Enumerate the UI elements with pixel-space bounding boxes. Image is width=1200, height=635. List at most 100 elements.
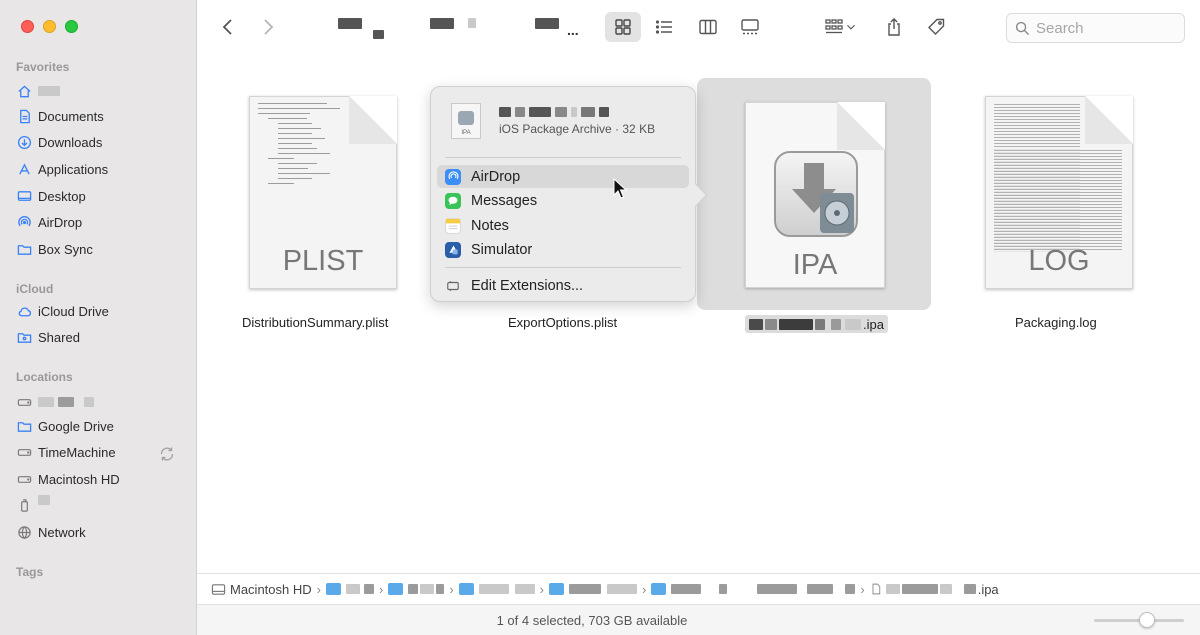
share-button[interactable]	[881, 12, 907, 42]
status-text: 1 of 4 selected, 703 GB available	[496, 613, 688, 628]
zoom-window-button[interactable]	[65, 20, 78, 33]
sidebar-item-label: AirDrop	[38, 214, 83, 230]
sidebar-item-label: Macintosh HD	[38, 471, 120, 487]
path-item-macintosh-hd[interactable]: Macintosh HD	[211, 582, 312, 597]
icloud-heading: iCloud	[16, 282, 54, 296]
path-separator-icon: ›	[449, 581, 454, 597]
folder-icon	[16, 241, 32, 257]
favorites-heading: Favorites	[16, 60, 70, 74]
gallery-view-button[interactable]	[735, 12, 765, 42]
forward-button[interactable]	[257, 12, 279, 42]
usb-icon	[16, 497, 32, 513]
tag-button[interactable]	[923, 12, 949, 42]
window-title-redacted: ...	[337, 16, 587, 40]
selected-file-name[interactable]: .ipa	[745, 315, 888, 333]
icon-view-button[interactable]	[605, 12, 641, 42]
sidebar-item-airdrop[interactable]: AirDrop	[16, 211, 82, 233]
sidebar-item-label: iCloud Drive	[38, 303, 109, 319]
search-input[interactable]	[1036, 19, 1176, 37]
path-separator-icon: ›	[642, 581, 647, 597]
sync-icon[interactable]	[158, 445, 176, 463]
disk-icon	[211, 583, 226, 595]
airdrop-icon	[16, 214, 32, 230]
document-icon	[872, 583, 880, 595]
chevron-left-icon	[222, 19, 232, 35]
window-controls	[21, 20, 78, 33]
sidebar-item-google-drive[interactable]: Google Drive	[16, 415, 114, 437]
sidebar-item-label: Desktop	[38, 188, 86, 204]
mouse-pointer-icon	[613, 178, 627, 199]
file-icon-log[interactable]: LOG	[985, 96, 1133, 289]
cloud-icon	[16, 303, 32, 319]
sidebar-item-downloads[interactable]: Downloads	[16, 131, 102, 153]
file-name: Packaging.log	[1015, 315, 1097, 330]
sidebar: Favorites Documents Downloads Applicatio…	[0, 0, 197, 635]
sidebar-item-label: Applications	[38, 161, 109, 177]
globe-icon	[16, 524, 32, 540]
sidebar-item-timemachine[interactable]: TimeMachine	[16, 441, 116, 463]
share-messages[interactable]: Messages	[437, 189, 689, 212]
disk-icon	[16, 394, 32, 410]
tag-icon	[928, 18, 945, 35]
share-file-kind: iOS Package Archive · 32 KB	[499, 121, 656, 136]
group-grid-icon	[825, 19, 843, 34]
share-notes[interactable]: Notes	[437, 214, 689, 237]
file-name: ExportOptions.plist	[508, 315, 618, 330]
path-item[interactable]	[325, 583, 374, 595]
icon-size-slider-knob[interactable]	[1139, 612, 1155, 628]
path-separator-icon: ›	[378, 581, 384, 597]
sidebar-item-usb[interactable]	[16, 494, 50, 516]
locations-heading: Locations	[16, 370, 73, 384]
download-icon	[16, 134, 32, 150]
path-item-ipa[interactable]: .ipa	[870, 582, 999, 597]
path-item[interactable]	[651, 583, 856, 595]
search-icon	[1015, 21, 1030, 35]
folder-icon	[16, 418, 32, 434]
path-separator-icon: ›	[539, 581, 545, 597]
close-window-button[interactable]	[21, 20, 34, 33]
sidebar-item-home[interactable]	[16, 80, 60, 102]
column-view-button[interactable]	[693, 12, 723, 42]
sidebar-item-applications[interactable]: Applications	[16, 158, 108, 180]
chevron-down-icon	[847, 24, 855, 30]
grid-icon	[615, 19, 631, 35]
path-item[interactable]	[549, 583, 638, 595]
sidebar-item-macintosh-hd[interactable]: Macintosh HD	[16, 468, 120, 490]
notes-icon	[445, 217, 461, 234]
status-bar: 1 of 4 selected, 703 GB available	[197, 604, 1200, 635]
sidebar-item-shared[interactable]: Shared	[16, 326, 80, 348]
sidebar-item-network[interactable]: Network	[16, 521, 86, 543]
tags-heading: Tags	[16, 565, 44, 579]
path-item[interactable]	[388, 583, 445, 595]
list-icon	[655, 20, 672, 34]
search-field[interactable]	[1006, 13, 1185, 43]
share-airdrop[interactable]: AirDrop	[437, 165, 689, 188]
edit-extensions-button[interactable]: Edit Extensions...	[437, 274, 689, 297]
simulator-icon	[445, 241, 461, 258]
document-icon	[16, 108, 32, 124]
share-simulator[interactable]: Simulator	[437, 238, 689, 261]
sidebar-item-label: TimeMachine	[38, 444, 116, 460]
chevron-right-icon	[264, 19, 274, 35]
back-button[interactable]	[217, 12, 239, 42]
group-by-button[interactable]	[817, 12, 863, 42]
file-icon-plist[interactable]: PLIST	[249, 96, 397, 289]
sidebar-item-label: Network	[38, 524, 86, 540]
file-name-extension: .ipa	[863, 316, 884, 332]
sidebar-item-icloud-drive[interactable]: iCloud Drive	[16, 300, 109, 322]
home-icon	[16, 83, 32, 99]
path-bar: Macintosh HD › › › › › › .ipa	[197, 573, 1200, 604]
share-menu: IPA iOS Package Archive · 32 KB AirDrop …	[430, 86, 708, 302]
path-item[interactable]	[458, 583, 535, 595]
sidebar-item-box-sync[interactable]: Box Sync	[16, 238, 93, 260]
share-icon	[888, 18, 900, 36]
disk-icon	[16, 471, 32, 487]
gallery-icon	[741, 19, 759, 35]
list-view-button[interactable]	[649, 12, 679, 42]
path-separator-icon: ›	[316, 581, 321, 597]
sidebar-item-disk[interactable]	[16, 391, 94, 413]
sidebar-item-documents[interactable]: Documents	[16, 105, 104, 127]
minimize-window-button[interactable]	[43, 20, 56, 33]
sidebar-item-desktop[interactable]: Desktop	[16, 185, 86, 207]
file-icon-ipa[interactable]: IPA	[745, 102, 885, 288]
